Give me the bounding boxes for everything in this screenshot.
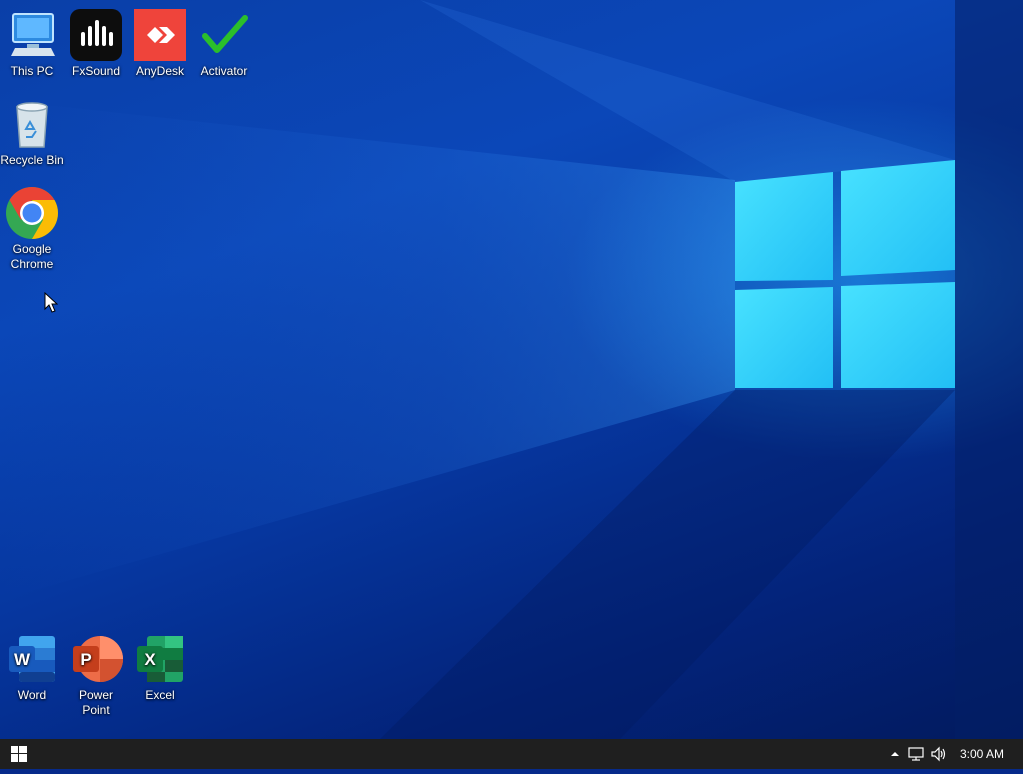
desktop-icon-label: Google Chrome xyxy=(10,242,54,271)
fxsound-icon xyxy=(69,8,123,62)
desktop-icon-chrome[interactable]: Google Chrome xyxy=(0,186,64,272)
desktop-icon-activator[interactable]: Activator xyxy=(192,8,256,79)
desktop-icon-this-pc[interactable]: This PC xyxy=(0,8,64,79)
desktop-icon-word[interactable]: W Word xyxy=(0,632,64,703)
windows-logo-icon xyxy=(11,746,27,762)
desktop-icon-excel[interactable]: X Excel xyxy=(128,632,192,703)
windows-logo-wallpaper xyxy=(0,0,1023,739)
desktop-icon-label: Activator xyxy=(200,64,248,78)
checkmark-icon xyxy=(197,8,251,62)
desktop-icon-recycle-bin[interactable]: Recycle Bin xyxy=(0,97,64,168)
desktop-icon-label: Excel xyxy=(145,688,175,702)
network-button[interactable] xyxy=(906,739,928,769)
recycle-bin-icon xyxy=(5,97,59,151)
computer-icon xyxy=(5,8,59,62)
mouse-cursor-icon xyxy=(44,292,58,313)
clock[interactable]: 3:00 AM xyxy=(950,739,1023,769)
excel-icon: X xyxy=(133,632,187,686)
volume-button[interactable] xyxy=(928,739,950,769)
desktop-icon-label: FxSound xyxy=(71,64,121,78)
system-tray: 3:00 AM xyxy=(884,739,1023,769)
svg-text:X: X xyxy=(144,650,156,669)
svg-text:P: P xyxy=(80,650,91,669)
anydesk-icon xyxy=(133,8,187,62)
powerpoint-icon: P xyxy=(69,632,123,686)
desktop-icon-powerpoint[interactable]: P Power Point xyxy=(64,632,128,718)
chrome-icon xyxy=(5,186,59,240)
desktop-icon-label: Power Point xyxy=(78,688,113,717)
start-button[interactable] xyxy=(0,739,38,769)
desktop-icon-label: AnyDesk xyxy=(135,64,185,78)
desktop-icon-label: This PC xyxy=(10,64,54,78)
show-hidden-icons-button[interactable] xyxy=(884,739,906,769)
desktop-icon-fxsound[interactable]: FxSound xyxy=(64,8,128,79)
chevron-up-icon xyxy=(890,752,899,756)
svg-text:W: W xyxy=(14,650,31,669)
volume-icon xyxy=(931,746,946,762)
desktop-wallpaper: This PC FxSound AnyDesk Activator Recycl… xyxy=(0,0,1023,739)
word-icon: W xyxy=(5,632,59,686)
taskbar: 3:00 AM xyxy=(0,739,1023,769)
network-icon xyxy=(908,747,924,761)
desktop-icon-label: Word xyxy=(17,688,47,702)
desktop-icon-anydesk[interactable]: AnyDesk xyxy=(128,8,192,79)
desktop-icon-label: Recycle Bin xyxy=(0,153,64,167)
